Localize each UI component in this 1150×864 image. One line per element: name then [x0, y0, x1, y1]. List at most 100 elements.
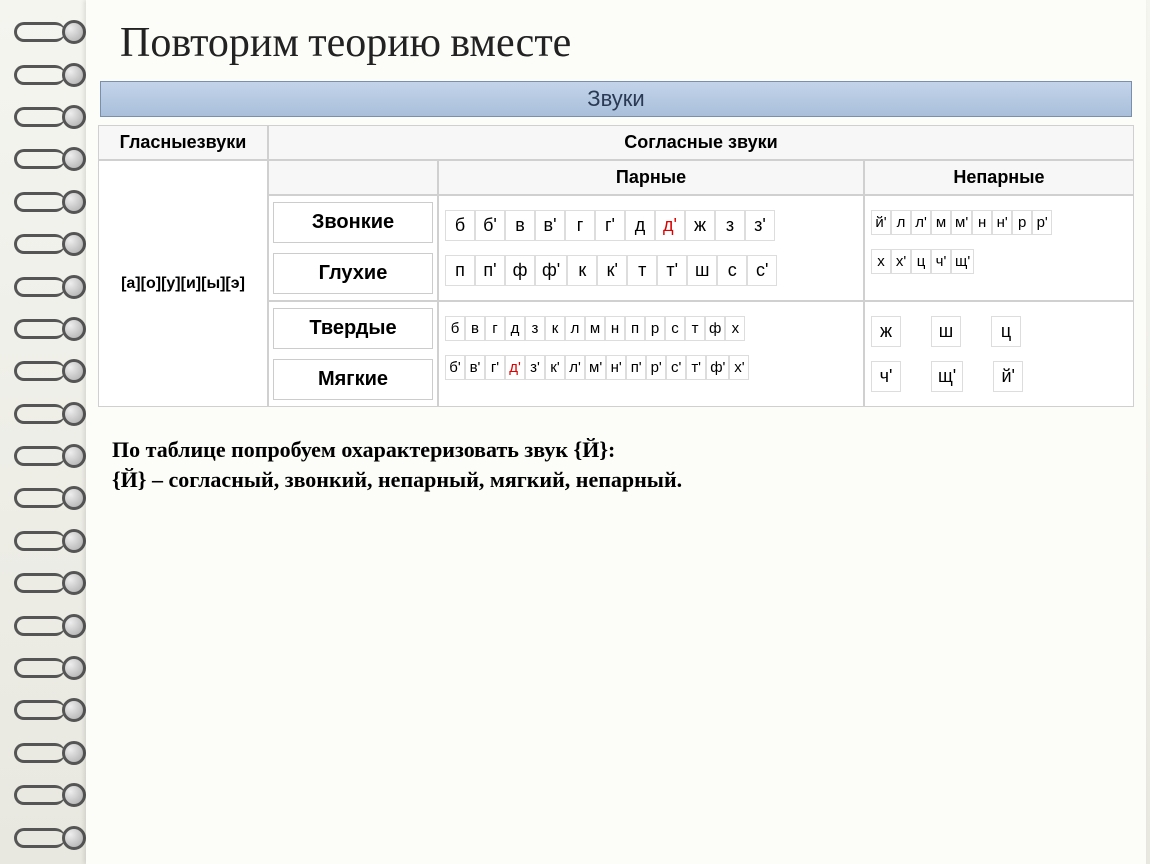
- letter-cell: п: [625, 316, 645, 341]
- letter-cell: ф': [706, 355, 729, 380]
- letter-cell: т: [685, 316, 705, 341]
- letter-cell: л': [565, 355, 585, 380]
- vowel-list-cell: [а][о][у][и][ы][э]: [98, 160, 268, 407]
- hdr-consonants: Согласные звуки: [268, 125, 1134, 160]
- paired-voiceless: пп'фф'кк'тт'шсс': [445, 255, 777, 286]
- paired-hardsoft-block: бвгдзклмнпрстфх б'в'г'д'з'к'л'м'н'п'р'с'…: [438, 301, 864, 407]
- letter-cell: л: [891, 210, 911, 235]
- hdr-vowels: Гласныезвуки: [98, 125, 268, 160]
- lbl-hard: Твердые: [273, 308, 433, 349]
- footer-line1: По таблице попробуем охарактеризовать зв…: [112, 435, 1146, 465]
- letter-cell: м': [951, 210, 972, 235]
- letter-cell: р': [1032, 210, 1052, 235]
- lbl-voiceless: Глухие: [273, 253, 433, 294]
- letter-cell: ж: [871, 316, 901, 347]
- paired-voiced: бб'вв'гг'дд'жзз': [445, 210, 775, 241]
- letter-cell: л: [565, 316, 585, 341]
- letter-cell: б': [475, 210, 505, 241]
- unpaired-hard: жшц: [871, 316, 1021, 347]
- letter-cell: м: [931, 210, 951, 235]
- letter-cell: ч': [931, 249, 951, 274]
- letter-cell: ф: [505, 255, 535, 286]
- letter-cell: л': [911, 210, 931, 235]
- letter-cell: ц: [991, 316, 1021, 347]
- letter-cell: б': [445, 355, 465, 380]
- letter-cell: п': [475, 255, 505, 286]
- blank-cell: [268, 160, 438, 195]
- letter-cell: к': [597, 255, 627, 286]
- letter-cell: м': [585, 355, 606, 380]
- letter-cell: к: [545, 316, 565, 341]
- footer-text: По таблице попробуем охарактеризовать зв…: [112, 435, 1146, 494]
- letter-cell: ш: [931, 316, 961, 347]
- letter-cell: с': [666, 355, 686, 380]
- letter-cell: в': [465, 355, 485, 380]
- unpaired-voice-block: й'лл'мм'нн'рр' хх'цч'щ': [864, 195, 1134, 301]
- unpaired-hardsoft-block: жшц ч' щ' й': [864, 301, 1134, 407]
- letter-cell: щ': [931, 361, 963, 392]
- letter-cell: т: [627, 255, 657, 286]
- unpaired-voiceless: хх'цч'щ': [871, 249, 974, 274]
- letter-cell: ф: [705, 316, 725, 341]
- letter-cell: к': [545, 355, 565, 380]
- letter-cell: в: [465, 316, 485, 341]
- hdr-unpaired: Непарные: [864, 160, 1134, 195]
- letter-cell: п: [445, 255, 475, 286]
- letter-cell: д: [625, 210, 655, 241]
- spiral-binding: [14, 8, 84, 856]
- letter-cell: щ': [951, 249, 974, 274]
- letter-cell: в': [535, 210, 565, 241]
- lbl-voiced: Звонкие: [273, 202, 433, 243]
- letter-cell: б: [445, 210, 475, 241]
- letter-cell: м: [585, 316, 605, 341]
- letter-cell: с: [717, 255, 747, 286]
- paired-hard: бвгдзклмнпрстфх: [445, 316, 745, 341]
- letter-cell: б: [445, 316, 465, 341]
- letter-cell: р: [1012, 210, 1032, 235]
- letter-cell: х: [871, 249, 891, 274]
- letter-cell: д: [505, 316, 525, 341]
- letter-cell: ц: [911, 249, 931, 274]
- letter-cell: г: [485, 316, 505, 341]
- labels-hardsoft: Твердые Мягкие: [268, 301, 438, 407]
- letter-cell: й': [871, 210, 891, 235]
- letter-cell: н: [972, 210, 992, 235]
- letter-cell: ч': [871, 361, 901, 392]
- paired-soft: б'в'г'д'з'к'л'м'н'п'р'с'т'ф'х': [445, 355, 749, 380]
- letter-cell: т': [657, 255, 687, 286]
- unpaired-voiced: й'лл'мм'нн'рр': [871, 210, 1052, 235]
- labels-voice: Звонкие Глухие: [268, 195, 438, 301]
- letter-cell: з: [715, 210, 745, 241]
- letter-cell: г: [565, 210, 595, 241]
- letter-cell: р: [645, 316, 665, 341]
- letter-cell: р': [646, 355, 666, 380]
- letter-cell: х: [725, 316, 745, 341]
- sounds-table: Гласныезвуки Согласные звуки [а][о][у][и…: [98, 125, 1134, 407]
- letter-cell: с': [747, 255, 777, 286]
- letter-cell: н': [606, 355, 626, 380]
- paired-voice-block: бб'вв'гг'дд'жзз' пп'фф'кк'тт'шсс': [438, 195, 864, 301]
- letter-cell: х': [729, 355, 749, 380]
- letter-cell: т': [686, 355, 706, 380]
- letter-cell: г': [485, 355, 505, 380]
- letter-cell: з: [525, 316, 545, 341]
- footer-line2: {Й} – согласный, звонкий, непарный, мягк…: [112, 465, 1146, 495]
- letter-cell: п': [626, 355, 646, 380]
- letter-cell: з': [745, 210, 775, 241]
- vowel-list: [а][о][у][и][ы][э]: [121, 275, 245, 293]
- unpaired-soft: ч' щ' й': [871, 361, 1023, 392]
- slide-page: Повторим теорию вместе Звуки Гласныезвук…: [86, 0, 1146, 864]
- letter-cell: г': [595, 210, 625, 241]
- letter-cell: ф': [535, 255, 567, 286]
- letter-cell: н': [992, 210, 1012, 235]
- letter-cell: с: [665, 316, 685, 341]
- letter-cell: ш: [687, 255, 717, 286]
- letter-cell: ж: [685, 210, 715, 241]
- letter-cell: д': [655, 210, 685, 241]
- letter-cell: х': [891, 249, 911, 274]
- hdr-paired: Парные: [438, 160, 864, 195]
- sounds-banner: Звуки: [100, 81, 1132, 117]
- letter-cell: й': [993, 361, 1023, 392]
- letter-cell: к: [567, 255, 597, 286]
- letter-cell: з': [525, 355, 545, 380]
